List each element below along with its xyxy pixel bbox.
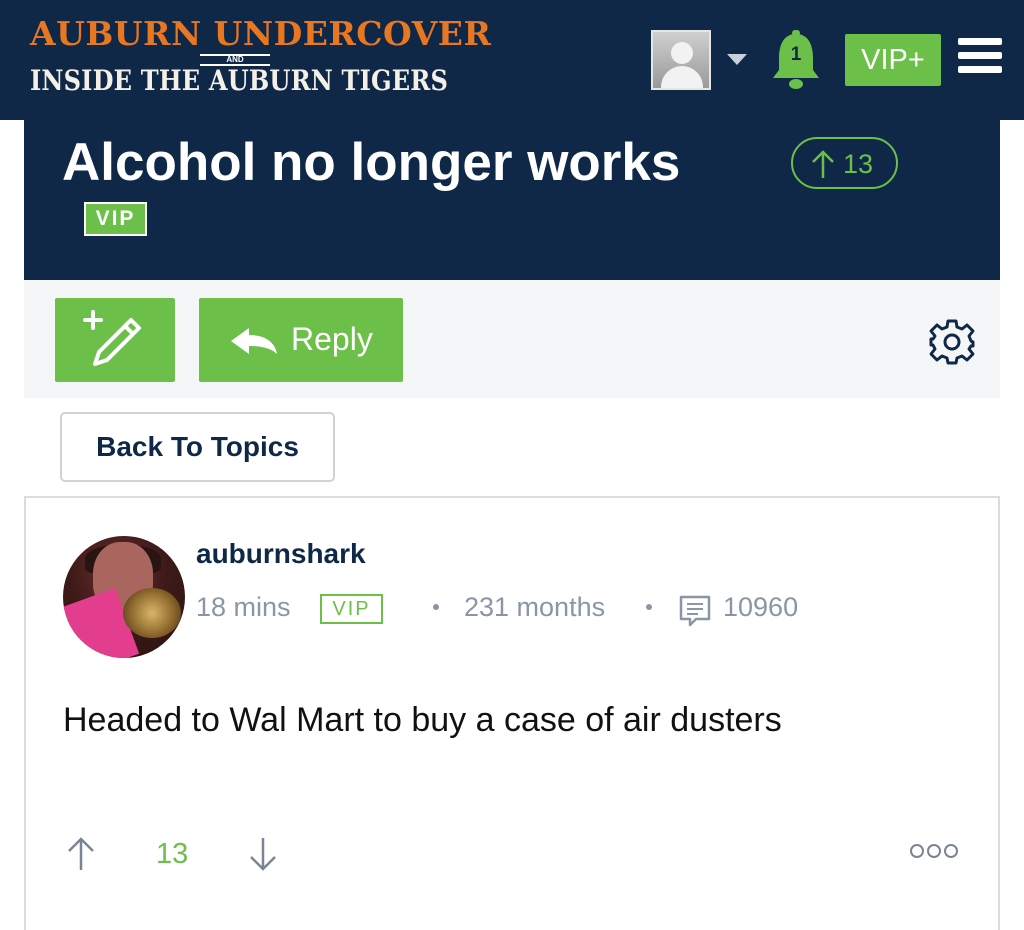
gear-icon-graphic [929, 319, 975, 365]
new-topic-pencil-icon [83, 310, 141, 366]
post-tenure: 231 months [464, 592, 606, 622]
more-dot [927, 844, 941, 858]
upvote-button[interactable] [66, 836, 96, 872]
reply-button[interactable]: Reply [199, 298, 403, 382]
menu-bar [958, 52, 1002, 59]
gear-icon[interactable] [928, 318, 976, 366]
user-avatar-placeholder-icon[interactable] [651, 30, 711, 90]
meta-separator [433, 604, 439, 610]
vip-plus-button[interactable]: VIP+ [845, 34, 941, 86]
arrow-down-icon [250, 838, 276, 871]
topic-title-banner: Alcohol no longer works 13 VIP [24, 120, 1000, 280]
post-time: 18 mins [196, 592, 291, 622]
post-username[interactable]: auburnshark [196, 538, 366, 570]
vote-count: 13 [156, 838, 189, 870]
reply-arrow-icon [231, 328, 277, 354]
arrow-up-icon [68, 837, 94, 870]
avatar-belt [123, 588, 181, 638]
post-vip-badge: VIP [320, 594, 383, 624]
topic-action-bar: Reply [24, 280, 1000, 398]
menu-bar [958, 38, 1002, 45]
downvote-button[interactable] [248, 836, 278, 872]
post-count: 10960 [723, 592, 799, 622]
site-logo[interactable]: Auburn Undercover AND Inside The Auburn … [30, 14, 491, 104]
top-navigation-bar: Auburn Undercover AND Inside The Auburn … [0, 0, 1024, 120]
comment-icon [679, 595, 711, 627]
caret-down-icon[interactable] [727, 54, 747, 65]
avatar-body [661, 66, 703, 88]
more-options-icon[interactable] [910, 842, 960, 860]
post-card: auburnshark 18 mins VIP 231 months 10960… [24, 496, 1000, 930]
notification-count: 1 [790, 44, 802, 65]
post-body: Headed to Wal Mart to buy a case of air … [63, 701, 782, 739]
avatar[interactable] [63, 536, 185, 658]
logo-title-line1: Auburn Undercover [30, 14, 492, 53]
avatar-head [671, 42, 693, 64]
topic-score: 13 [843, 149, 874, 179]
new-topic-button[interactable] [55, 298, 175, 382]
hamburger-menu-icon[interactable] [958, 38, 1002, 74]
topic-vip-badge: VIP [84, 202, 147, 236]
logo-title-line2: Inside The Auburn Tigers [30, 64, 449, 97]
back-to-topics-button[interactable]: Back To Topics [60, 412, 335, 482]
topic-score-pill: 13 [791, 137, 898, 189]
topic-title: Alcohol no longer works [62, 133, 681, 192]
notifications-button[interactable]: 1 [770, 30, 822, 90]
more-dot [910, 844, 924, 858]
more-dot [944, 844, 958, 858]
arrow-up-icon [812, 150, 834, 178]
menu-bar [958, 66, 1002, 73]
meta-separator [646, 604, 652, 610]
reply-button-label: Reply [291, 321, 373, 357]
